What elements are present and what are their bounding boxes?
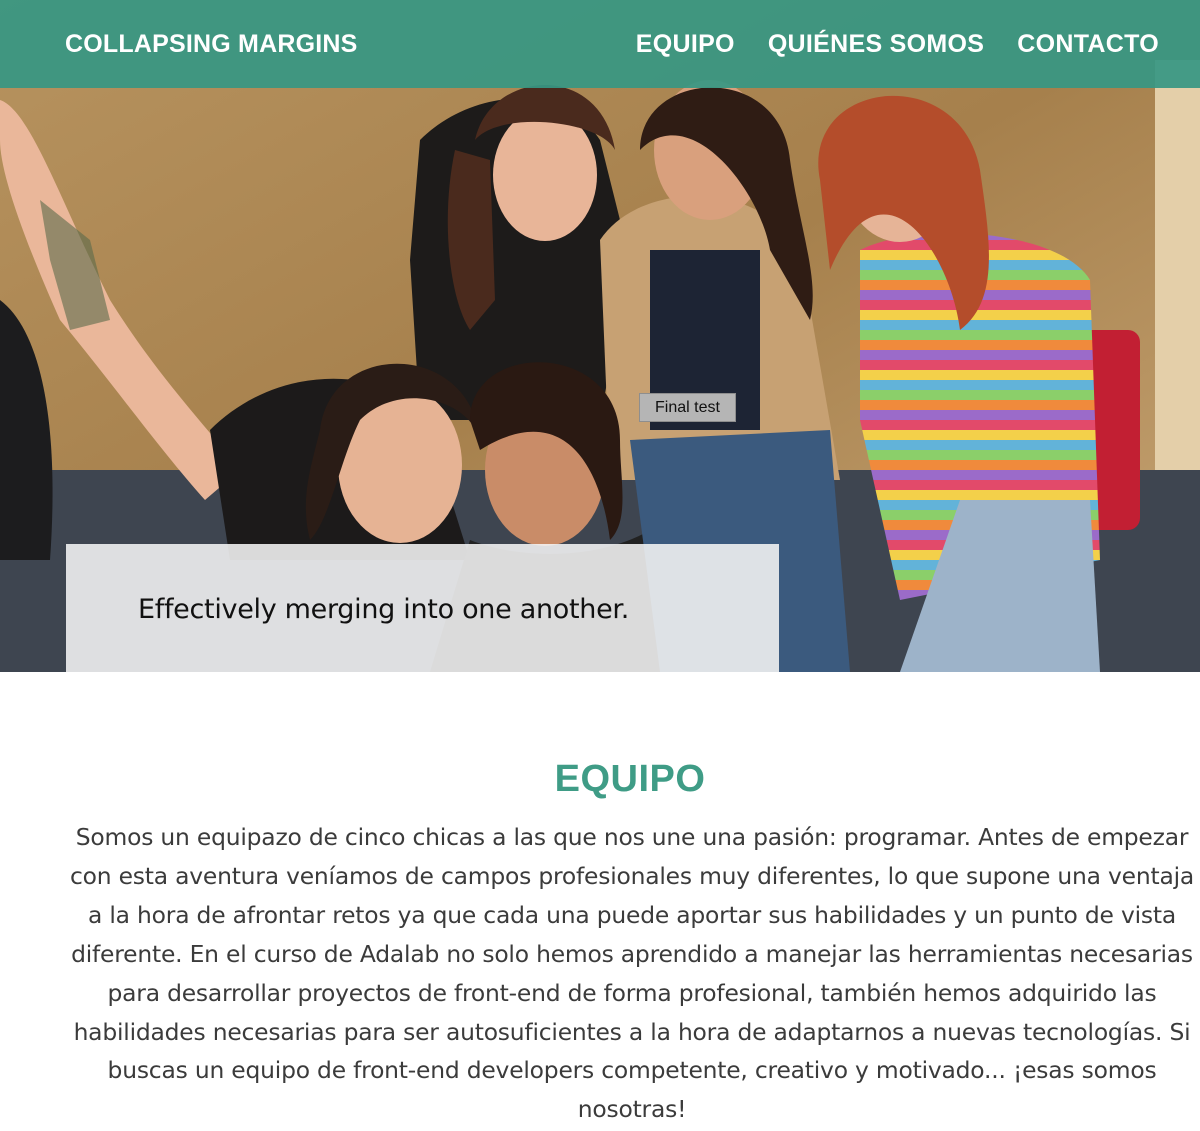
- nav-link-quienes-somos[interactable]: QUIÉNES SOMOS: [768, 30, 984, 59]
- section-title: EQUIPO: [554, 758, 706, 800]
- team-description: Somos un equipazo de cinco chicas a las …: [69, 823, 1195, 1124]
- hero-section: Final test Effectively merging into one …: [0, 0, 1200, 672]
- main-nav: EQUIPO QUIÉNES SOMOS CONTACTO: [636, 30, 1159, 59]
- site-logo-link[interactable]: COLLAPSING MARGINS: [65, 30, 358, 59]
- site-header: COLLAPSING MARGINS EQUIPO QUIÉNES SOMOS …: [0, 0, 1200, 88]
- hero-caption: Effectively merging into one another.: [138, 594, 629, 625]
- nav-link-contacto[interactable]: CONTACTO: [1017, 30, 1159, 59]
- nav-link-equipo[interactable]: EQUIPO: [636, 30, 735, 59]
- hero-caption-box: Effectively merging into one another.: [66, 544, 779, 672]
- tooltip: Final test: [639, 393, 736, 422]
- team-section: EQUIPO Somos un equipazo de cinco chicas…: [0, 672, 1200, 1131]
